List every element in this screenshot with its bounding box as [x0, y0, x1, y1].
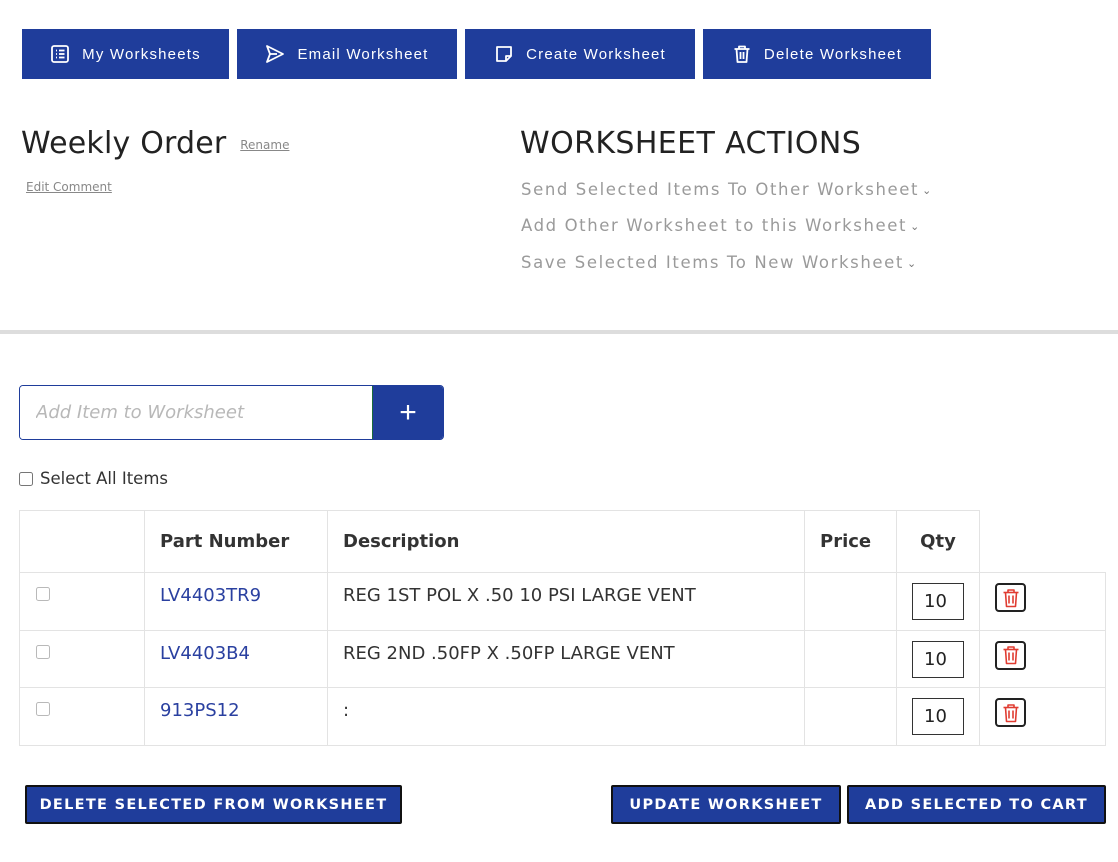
add-item-button[interactable]: +	[372, 386, 443, 439]
description-cell: REG 1ST POL X .50 10 PSI LARGE VENT	[327, 572, 805, 631]
email-worksheet-button[interactable]: Email Worksheet	[237, 29, 457, 79]
create-worksheet-button[interactable]: Create Worksheet	[465, 29, 695, 79]
send-icon	[266, 45, 285, 63]
trash-icon	[1003, 588, 1018, 607]
trash-icon	[1003, 703, 1018, 722]
worksheet-actions-heading: WORKSHEET ACTIONS	[520, 126, 862, 161]
qty-input[interactable]	[912, 640, 964, 678]
row-checkbox[interactable]	[36, 587, 50, 601]
add-other-label: Add Other Worksheet to this Worksheet	[521, 216, 908, 235]
row-actions-cell	[979, 572, 1106, 631]
description-cell: :	[327, 687, 805, 746]
delete-selected-button[interactable]: DELETE SELECTED FROM WORKSHEET	[25, 785, 402, 824]
part-number-cell: 913PS12	[144, 687, 328, 746]
header-qty: Qty	[896, 510, 980, 573]
save-selected-label: Save Selected Items To New Worksheet	[521, 253, 904, 272]
header-actions	[979, 510, 1106, 573]
row-actions-cell	[979, 629, 1106, 688]
list-icon	[51, 45, 70, 63]
part-number-link[interactable]: LV4403B4	[160, 643, 250, 664]
part-number-cell: LV4403B4	[144, 629, 328, 688]
row-checkbox[interactable]	[36, 644, 50, 659]
worksheet-title-text: Weekly Order	[21, 126, 227, 161]
price-cell	[804, 629, 897, 688]
remove-item-button[interactable]	[995, 583, 1026, 612]
email-worksheet-label: Email Worksheet	[297, 45, 429, 63]
edit-comment-link[interactable]: Edit Comment	[26, 180, 112, 194]
row-select-cell	[19, 629, 145, 688]
add-item-input[interactable]	[20, 386, 372, 439]
table-row: LV4403B4 REG 2ND .50FP X .50FP LARGE VEN…	[19, 629, 1106, 688]
delete-worksheet-button[interactable]: Delete Worksheet	[703, 29, 931, 79]
price-cell	[804, 687, 897, 746]
worksheet-items-table: Part Number Description Price Qty LV4403…	[19, 510, 1106, 746]
trash-icon	[1003, 646, 1018, 665]
delete-worksheet-label: Delete Worksheet	[763, 45, 903, 63]
worksheet-title: Weekly Order Rename	[21, 126, 289, 161]
qty-cell	[896, 687, 980, 746]
chevron-down-icon: ⌄	[906, 257, 918, 270]
select-all-control[interactable]: Select All Items	[19, 469, 168, 488]
price-cell	[804, 572, 897, 631]
send-selected-dropdown[interactable]: Send Selected Items To Other Worksheet ⌄	[521, 180, 933, 199]
add-to-cart-button[interactable]: ADD SELECTED TO CART	[847, 785, 1106, 824]
qty-input[interactable]	[912, 698, 964, 735]
part-number-cell: LV4403TR9	[144, 572, 328, 631]
table-row: 913PS12 :	[19, 687, 1106, 746]
row-actions-cell	[979, 687, 1106, 746]
header-select	[19, 510, 145, 573]
select-all-checkbox[interactable]	[19, 471, 33, 486]
qty-cell	[896, 629, 980, 688]
update-worksheet-button[interactable]: UPDATE WORKSHEET	[611, 785, 841, 824]
qty-input[interactable]	[912, 583, 964, 620]
my-worksheets-button[interactable]: My Worksheets	[22, 29, 229, 79]
remove-item-button[interactable]	[995, 640, 1026, 670]
send-selected-label: Send Selected Items To Other Worksheet	[521, 180, 920, 199]
row-select-cell	[19, 687, 145, 746]
header-description: Description	[327, 510, 805, 573]
header-price: Price	[804, 510, 897, 573]
add-item-form: +	[19, 385, 444, 440]
select-all-label: Select All Items	[40, 469, 169, 488]
my-worksheets-label: My Worksheets	[82, 45, 201, 63]
part-number-link[interactable]: 913PS12	[160, 700, 240, 721]
note-icon	[496, 46, 512, 62]
add-other-worksheet-dropdown[interactable]: Add Other Worksheet to this Worksheet ⌄	[521, 216, 921, 235]
qty-cell	[896, 572, 980, 631]
rename-link[interactable]: Rename	[240, 138, 289, 152]
section-divider	[0, 330, 1118, 334]
trash-icon	[734, 45, 750, 63]
row-select-cell	[19, 572, 145, 631]
table-row: LV4403TR9 REG 1ST POL X .50 10 PSI LARGE…	[19, 572, 1106, 631]
row-checkbox[interactable]	[36, 702, 50, 716]
header-part-number: Part Number	[144, 510, 328, 573]
description-cell: REG 2ND .50FP X .50FP LARGE VENT	[327, 629, 805, 688]
remove-item-button[interactable]	[995, 698, 1026, 727]
chevron-down-icon: ⌄	[910, 220, 921, 233]
save-selected-dropdown[interactable]: Save Selected Items To New Worksheet ⌄	[521, 253, 918, 272]
create-worksheet-label: Create Worksheet	[526, 45, 666, 63]
chevron-down-icon: ⌄	[922, 184, 933, 197]
table-header-row: Part Number Description Price Qty	[19, 510, 1106, 573]
part-number-link[interactable]: LV4403TR9	[160, 585, 261, 606]
